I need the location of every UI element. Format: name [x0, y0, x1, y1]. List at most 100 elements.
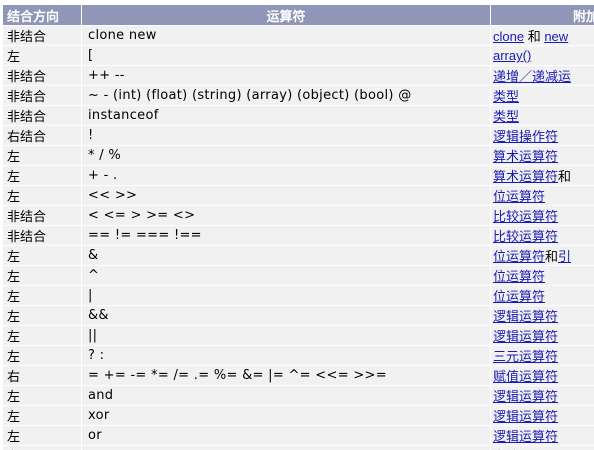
- additional-info-cell: 算术运算符: [491, 146, 594, 165]
- associativity-cell: 非结合: [3, 66, 81, 85]
- associativity-cell: 非结合: [3, 26, 81, 45]
- operators-cell: [: [82, 46, 490, 65]
- doc-link[interactable]: 逻辑运算符: [493, 309, 558, 324]
- associativity-cell: 左: [3, 426, 81, 445]
- associativity-cell: 左: [3, 166, 81, 185]
- table-row: 左[array(): [3, 46, 594, 65]
- doc-link[interactable]: 算术运算符: [493, 169, 558, 184]
- doc-link[interactable]: 逻辑运算符: [493, 329, 558, 344]
- table-row: 左 + - . 算术运算符和: [3, 166, 594, 185]
- doc-link[interactable]: 引: [558, 249, 571, 264]
- doc-link[interactable]: 算术运算符: [493, 149, 558, 164]
- operators-cell: * / %: [82, 146, 490, 165]
- table-row: 右结合! 逻辑操作符: [3, 126, 594, 145]
- additional-info-cell: 比较运算符: [491, 226, 594, 245]
- operators-cell: = += -= *= /= .= %= &= |= ^= <<= >>=: [82, 366, 490, 385]
- info-text: 和: [545, 249, 559, 264]
- table-row: 左 & 位运算符和引: [3, 246, 594, 265]
- table-row: 非结合 == != === !== 比较运算符: [3, 226, 594, 245]
- header-additional-info: 附加: [491, 5, 594, 25]
- additional-info-cell: 逻辑运算符: [491, 406, 594, 425]
- doc-link[interactable]: 类型: [493, 89, 519, 104]
- doc-link[interactable]: 位运算符: [493, 189, 545, 204]
- header-associativity: 结合方向: [3, 5, 81, 25]
- associativity-cell: 非结合: [3, 106, 81, 125]
- additional-info-cell: 逻辑运算符: [491, 306, 594, 325]
- additional-info-cell: 比较运算符: [491, 206, 594, 225]
- header-row: 结合方向 运算符 附加: [3, 5, 594, 25]
- doc-link[interactable]: 比较运算符: [493, 229, 558, 244]
- doc-link[interactable]: new: [544, 29, 568, 44]
- doc-link[interactable]: 逻辑运算符: [493, 409, 558, 424]
- associativity-cell: 非结合: [3, 86, 81, 105]
- associativity-cell: 左: [3, 186, 81, 205]
- associativity-cell: 非结合: [3, 226, 81, 245]
- operator-precedence-table: 结合方向 运算符 附加 非结合 clone new clone 和 new 左[arr…: [2, 4, 594, 450]
- operators-cell: xor: [82, 406, 490, 425]
- additional-info-cell: 逻辑运算符: [491, 386, 594, 405]
- table-row: 左 || 逻辑运算符: [3, 326, 594, 345]
- additional-info-cell: clone 和 new: [491, 26, 594, 45]
- operators-cell: < <= > >= <>: [82, 206, 490, 225]
- additional-info-cell: 递增／递减运: [491, 66, 594, 85]
- additional-info-cell: 多处用到: [491, 446, 594, 450]
- additional-info-cell: 赋值运算符: [491, 366, 594, 385]
- operators-cell: + - .: [82, 166, 490, 185]
- associativity-cell: 右结合: [3, 126, 81, 145]
- table-row: 左 or 逻辑运算符: [3, 426, 594, 445]
- additional-info-cell: 逻辑运算符: [491, 426, 594, 445]
- associativity-cell: 左: [3, 406, 81, 425]
- additional-info-cell: 逻辑运算符: [491, 326, 594, 345]
- operators-cell: ++ --: [82, 66, 490, 85]
- doc-link[interactable]: 三元运算符: [493, 349, 558, 364]
- associativity-cell: 左: [3, 46, 81, 65]
- table-row: 右 = += -= *= /= .= %= &= |= ^= <<= >>= 赋值运…: [3, 366, 594, 385]
- doc-link[interactable]: 位运算符: [493, 269, 545, 284]
- header-operators: 运算符: [82, 5, 490, 25]
- doc-link[interactable]: array(): [493, 48, 531, 63]
- operators-cell: ,: [82, 446, 490, 450]
- operators-cell: &&: [82, 306, 490, 325]
- operators-cell: ||: [82, 326, 490, 345]
- doc-link[interactable]: 赋值运算符: [493, 369, 558, 384]
- doc-link[interactable]: 位运算符: [493, 289, 545, 304]
- doc-link[interactable]: 位运算符: [493, 249, 545, 264]
- table-row: 非结合 instanceof 类型: [3, 106, 594, 125]
- table-row: 左 * / % 算术运算符: [3, 146, 594, 165]
- operators-cell: &: [82, 246, 490, 265]
- table-row: 左 | 位运算符: [3, 286, 594, 305]
- doc-link[interactable]: 递增／递减运: [493, 69, 571, 84]
- operators-cell: == != === !==: [82, 226, 490, 245]
- additional-info-cell: 位运算符: [491, 186, 594, 205]
- operators-cell: clone new: [82, 26, 490, 45]
- operators-cell: ^: [82, 266, 490, 285]
- operators-cell: !: [82, 126, 490, 145]
- doc-link[interactable]: 逻辑运算符: [493, 429, 558, 444]
- doc-link[interactable]: 类型: [493, 109, 519, 124]
- operators-cell: and: [82, 386, 490, 405]
- operators-cell: ? :: [82, 346, 490, 365]
- doc-link[interactable]: 逻辑操作符: [493, 129, 558, 144]
- additional-info-cell: 三元运算符: [491, 346, 594, 365]
- additional-info-cell: 类型: [491, 86, 594, 105]
- table-row: 左 xor 逻辑运算符: [3, 406, 594, 425]
- doc-link[interactable]: 比较运算符: [493, 209, 558, 224]
- associativity-cell: 左: [3, 266, 81, 285]
- additional-info-cell: 位运算符: [491, 286, 594, 305]
- doc-link[interactable]: 逻辑运算符: [493, 389, 558, 404]
- additional-info-cell: 位运算符: [491, 266, 594, 285]
- info-text: 和: [524, 29, 545, 44]
- associativity-cell: 非结合: [3, 206, 81, 225]
- associativity-cell: 左: [3, 386, 81, 405]
- operators-cell: << >>: [82, 186, 490, 205]
- associativity-cell: 左: [3, 446, 81, 450]
- doc-link[interactable]: clone: [493, 29, 524, 44]
- table-row: 左 and 逻辑运算符: [3, 386, 594, 405]
- info-text: 和: [558, 169, 572, 184]
- table-row: 左 ^ 位运算符: [3, 266, 594, 285]
- table-row: 非结合 < <= > >= <> 比较运算符: [3, 206, 594, 225]
- page: 结合方向 运算符 附加 非结合 clone new clone 和 new 左[arr…: [0, 0, 594, 450]
- table-row: 非结合 ~ - (int) (float) (string) (array) (o…: [3, 86, 594, 105]
- additional-info-cell: 逻辑操作符: [491, 126, 594, 145]
- operators-cell: ~ - (int) (float) (string) (array) (obje…: [82, 86, 490, 105]
